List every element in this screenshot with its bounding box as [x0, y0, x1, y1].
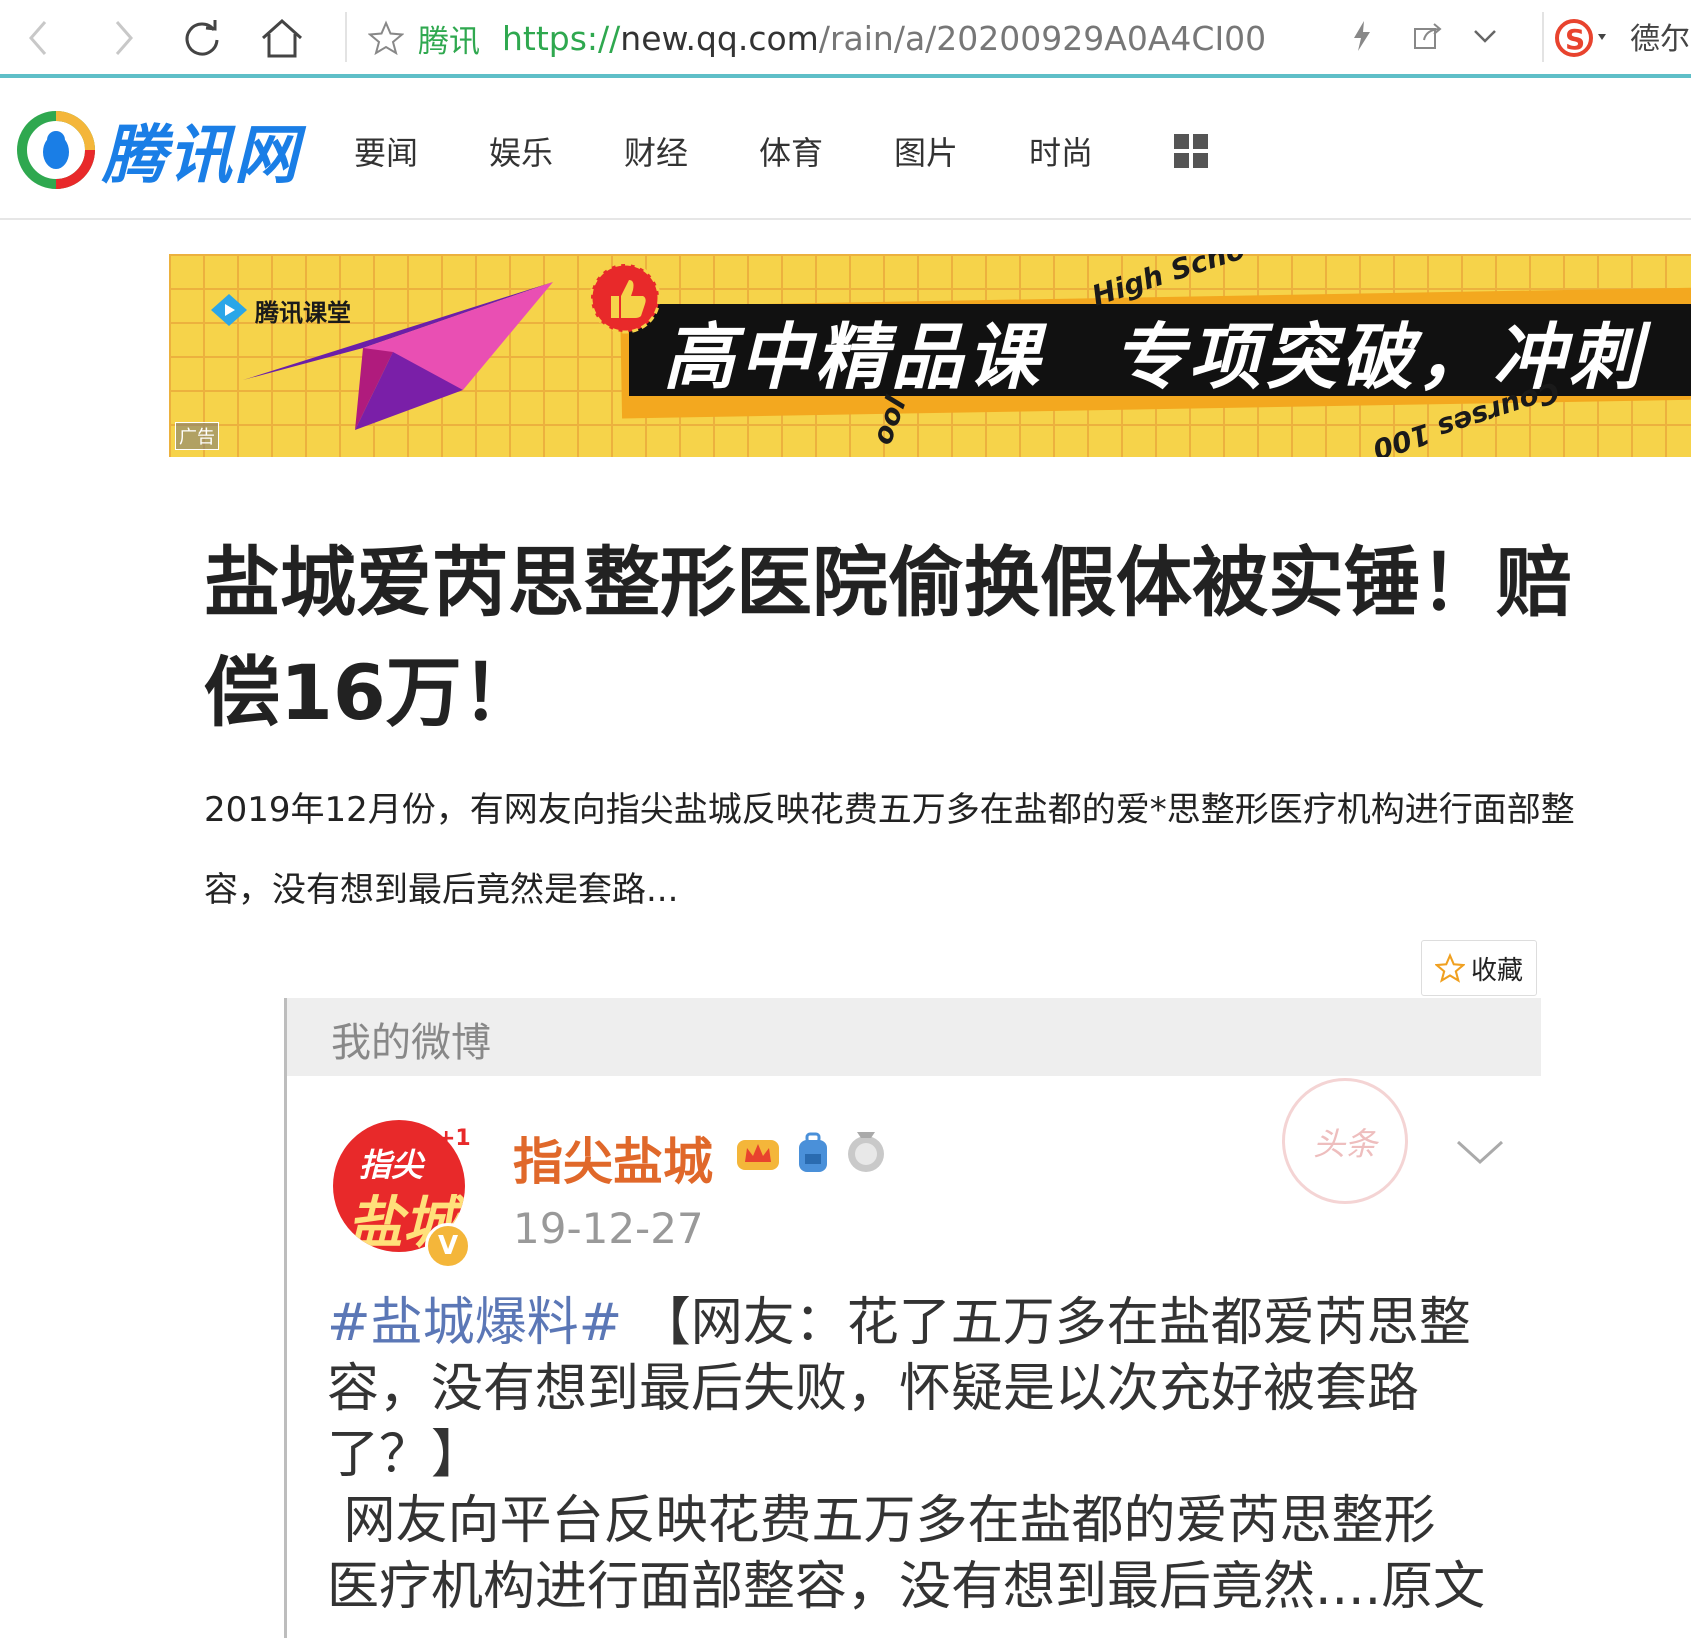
nav-item-entertainment[interactable]: 娱乐	[489, 128, 624, 174]
paper-plane-illustration	[243, 282, 553, 430]
browser-toolbar: 腾讯 https:// new.qq.com /rain/a/20200929A…	[0, 0, 1691, 78]
banner-ad[interactable]: 腾讯课堂 高中精品课 专项突破，冲刺 High Scho Courses 100 …	[169, 254, 1691, 457]
address-bar[interactable]: 腾讯 https:// new.qq.com /rain/a/20200929A…	[368, 14, 1266, 62]
thumbs-up-badge-icon	[589, 262, 661, 334]
nav-item-sports[interactable]: 体育	[759, 128, 894, 174]
toolbar-divider	[345, 12, 347, 62]
site-header: 腾讯网 要闻 娱乐 财经 体育 图片 时尚	[0, 78, 1691, 220]
toolbar-divider-right	[1542, 12, 1544, 62]
main-nav: 要闻 娱乐 财经 体育 图片 时尚	[354, 128, 1164, 174]
nav-item-finance[interactable]: 财经	[624, 128, 759, 174]
weibo-post-text: #盐城爆料# 【网友：花了五万多在盐都爱芮思整容，没有想到最后失败，怀疑是以次充…	[327, 1290, 1487, 1620]
svg-text:S: S	[1565, 23, 1585, 56]
crown-badge-icon	[737, 1140, 779, 1170]
article-headline: 盐城爱芮思整形医院偷换假体被实锤！赔偿16万！	[204, 538, 1572, 737]
medal-badge-icon	[848, 1132, 884, 1172]
ad-label: 广告	[175, 422, 219, 450]
toutiao-stamp: 头条	[1282, 1078, 1408, 1204]
nav-item-news[interactable]: 要闻	[354, 128, 489, 174]
weibo-post-date: 19-12-27	[513, 1204, 704, 1253]
forward-button[interactable]	[94, 12, 150, 64]
star-icon[interactable]	[368, 20, 404, 56]
weibo-screenshot: 我的微博 指尖 盐城 +1 V 指尖盐城 19-12-27 头条 #盐城爆料# …	[284, 998, 1541, 1638]
avatar-plus-one: +1	[437, 1126, 471, 1151]
url-protocol: https://	[502, 18, 621, 58]
chevron-down-icon[interactable]	[1454, 1136, 1506, 1168]
weibo-badges	[735, 1130, 887, 1174]
stamp-text: 头条	[1313, 1125, 1378, 1163]
weibo-hashtag[interactable]: #盐城爆料#	[327, 1293, 622, 1353]
nav-item-fashion[interactable]: 时尚	[1029, 128, 1164, 174]
url-path: /rain/a/20200929A0A4CI00	[818, 18, 1267, 58]
back-button[interactable]	[12, 12, 68, 64]
banner-title-part2: 专项突破，冲刺	[1113, 314, 1646, 399]
weibo-post-body: 网友向平台反映花费五万多在盐都的爱芮思整形医疗机构进行面部整容，没有想到最后竟然…	[327, 1491, 1486, 1617]
sogou-ime-button[interactable]: S	[1552, 12, 1612, 64]
url-host: new.qq.com	[620, 18, 819, 58]
weibo-header-title: 我的微博	[331, 1020, 491, 1066]
article-summary: 2019年12月份，有网友向指尖盐城反映花费五万多在盐都的爱*思整形医疗机构进行…	[204, 790, 1575, 910]
address-actions	[1350, 12, 1512, 64]
reload-button[interactable]	[174, 12, 230, 64]
speed-mode-button[interactable]	[1350, 19, 1390, 57]
tencent-logo-icon	[17, 111, 95, 189]
grid-menu-icon[interactable]	[1174, 134, 1208, 168]
favorite-star-icon	[1434, 953, 1465, 983]
site-identity-label: 腾讯	[418, 23, 480, 60]
favorite-button[interactable]: 收藏	[1421, 940, 1537, 996]
sogou-icon: S	[1555, 19, 1606, 57]
backpack-badge-icon	[799, 1132, 827, 1172]
reload-icon	[185, 20, 219, 56]
logo-text: 腾讯网	[102, 119, 300, 193]
banner-headline: 高中精品课 专项突破，冲刺	[663, 304, 1645, 399]
lightning-icon	[1354, 21, 1370, 51]
share-icon	[1414, 23, 1442, 49]
address-dropdown-button[interactable]	[1472, 27, 1512, 49]
share-button[interactable]	[1412, 20, 1452, 56]
home-button[interactable]	[254, 12, 310, 64]
verified-badge: V	[425, 1223, 471, 1269]
banner-title-part1: 高中精品课	[663, 314, 1044, 399]
forward-icon	[115, 21, 133, 55]
tencent-logo[interactable]: 腾讯网	[16, 104, 300, 196]
chevron-down-icon	[1474, 30, 1496, 43]
home-icon	[261, 18, 303, 58]
weibo-header-bar: 我的微博	[287, 998, 1541, 1076]
browser-user-name[interactable]: 德尔	[1630, 14, 1690, 58]
nav-item-photos[interactable]: 图片	[894, 128, 1029, 174]
back-icon	[29, 21, 47, 55]
weibo-account-name: 指尖盐城	[513, 1133, 713, 1191]
favorite-label: 收藏	[1470, 955, 1523, 986]
